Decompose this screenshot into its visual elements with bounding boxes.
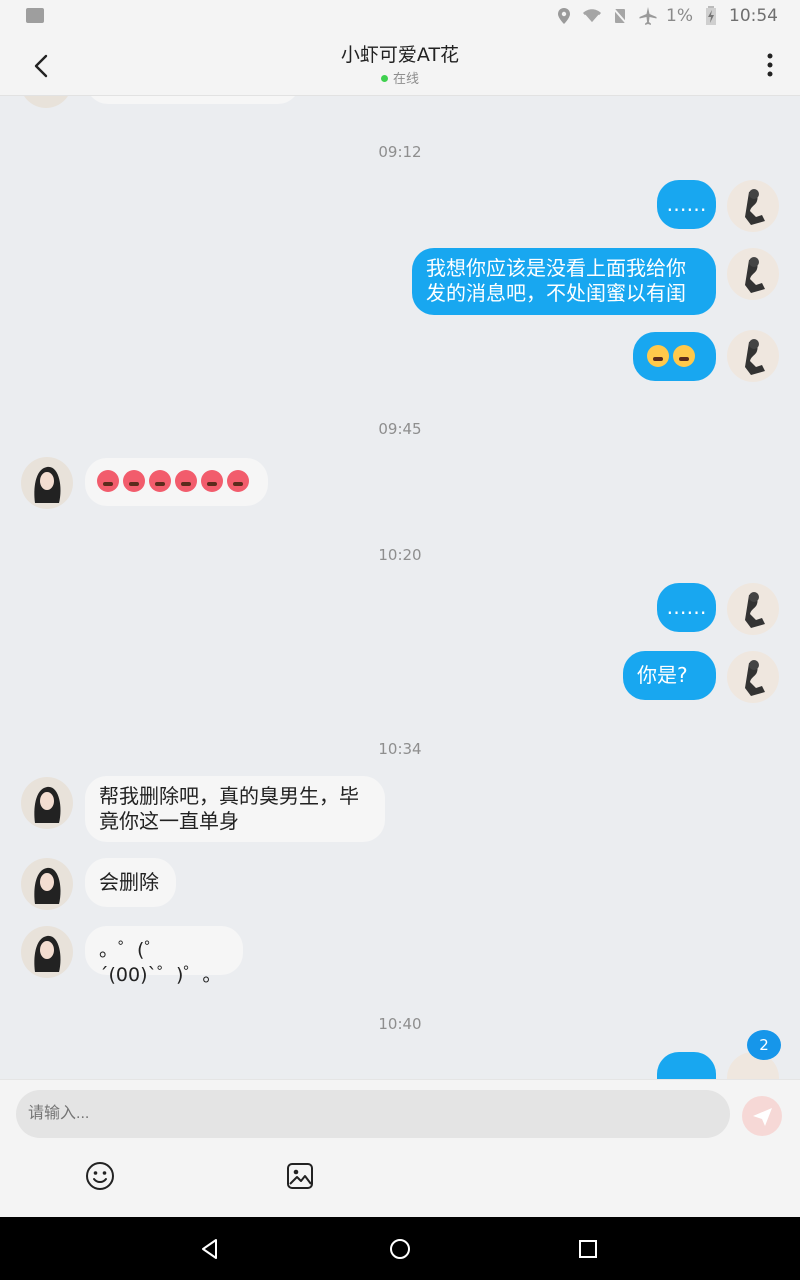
timestamp: 10:20 [378,546,422,564]
chat-header: 小虾可爱AT花 在线 [0,32,800,96]
online-label: 在线 [392,72,419,87]
emoji-picker-icon[interactable] [84,1160,116,1192]
incoming-message-partial [86,96,300,104]
timestamp: 09:45 [378,420,422,438]
incoming-emoji-message[interactable] [85,458,268,506]
angry-emoji-icon [97,470,119,492]
composer-bar [0,1079,800,1218]
wifi-icon [582,6,602,26]
timestamp: 10:40 [378,1015,422,1033]
contact-avatar[interactable] [21,777,73,829]
angry-emoji-icon [227,470,249,492]
outgoing-message[interactable]: …… [657,180,716,229]
nav-home-icon[interactable] [387,1236,413,1262]
incoming-message[interactable]: 。゜(゜´(00)`゜)゜。 [85,926,243,986]
my-avatar[interactable] [727,248,779,300]
contact-avatar[interactable] [20,96,72,108]
contact-avatar[interactable] [21,457,73,509]
outgoing-message[interactable]: 你是? [623,651,716,700]
battery-icon [701,6,721,26]
contact-avatar[interactable] [21,858,73,910]
outgoing-message[interactable]: 我想你应该是没看上面我给你发的消息吧，不处闺蜜以有闺 [412,248,716,315]
my-avatar[interactable] [727,583,779,635]
chat-title: 小虾可爱AT花 [340,44,460,66]
timestamp: 09:12 [378,143,422,161]
nav-recents-icon[interactable] [575,1236,601,1262]
system-nav-bar [0,1217,800,1280]
incoming-message[interactable]: 会删除 [85,858,176,907]
airplane-icon [638,6,658,26]
timestamp: 10:34 [378,740,422,758]
my-avatar[interactable] [727,330,779,382]
message-list[interactable]: 09:12 …… 我想你应该是没看上面我给你发的消息吧，不处闺蜜以有闺 09:4… [0,96,800,1079]
battery-label: 1% [666,6,693,26]
outgoing-message-partial[interactable] [657,1052,716,1079]
angry-emoji-icon [123,470,145,492]
online-status: 在线 [0,68,800,87]
location-icon [554,6,574,26]
contact-avatar[interactable] [21,926,73,978]
image-icon [26,8,44,23]
status-bar: 1% 10:54 [0,0,800,32]
no-sim-icon [610,6,630,26]
image-picker-icon[interactable] [284,1160,316,1192]
my-avatar[interactable] [727,651,779,703]
outgoing-emoji-message[interactable] [633,332,716,381]
angry-emoji-icon [149,470,171,492]
laugh-emoji-icon [647,345,669,367]
send-button[interactable] [742,1096,782,1136]
incoming-message[interactable]: 帮我删除吧，真的臭男生，毕竟你这一直单身 [85,776,385,842]
nav-back-icon[interactable] [197,1236,223,1262]
angry-emoji-icon [175,470,197,492]
more-options-icon[interactable] [760,50,780,80]
angry-emoji-icon [201,470,223,492]
message-input[interactable] [16,1090,730,1138]
laugh-emoji-icon [673,345,695,367]
my-avatar[interactable] [727,180,779,232]
outgoing-message[interactable]: …… [657,583,716,632]
send-icon [753,1108,772,1126]
clock: 10:54 [729,6,778,26]
online-dot-icon [380,75,388,82]
unread-count-badge[interactable]: 2 [747,1030,781,1060]
